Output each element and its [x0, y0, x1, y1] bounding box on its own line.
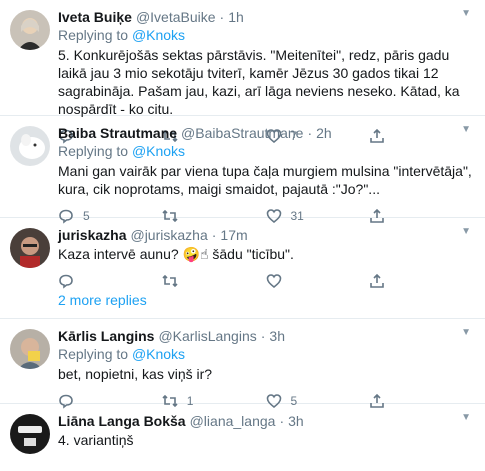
reply-mention[interactable]: @Knoks — [132, 143, 185, 159]
share-button[interactable] — [369, 273, 473, 289]
tweet[interactable]: Iveta Buiķe @IvetaBuike · 1h ▼ Replying … — [0, 0, 485, 144]
timestamp[interactable]: 3h — [288, 412, 304, 430]
reply-prefix: Replying to — [58, 27, 129, 43]
avatar[interactable] — [10, 414, 50, 454]
author-name[interactable]: Liāna Langa Bokša — [58, 412, 186, 430]
separator-dot: · — [219, 9, 225, 25]
tweet-text: 4. variantiņš — [58, 432, 134, 448]
avatar[interactable] — [10, 329, 50, 369]
replying-to: Replying to @Knoks — [58, 345, 473, 364]
replying-to: Replying to @Knoks — [58, 26, 473, 45]
reply-prefix: Replying to — [58, 143, 129, 159]
author-handle[interactable]: @IvetaBuike — [136, 8, 216, 26]
tweet-header: Liāna Langa Bokša @liana_langa · 3h — [58, 412, 473, 430]
tweet-header: Iveta Buiķe @IvetaBuike · 1h — [58, 8, 473, 26]
reply-prefix: Replying to — [58, 346, 129, 362]
timestamp[interactable]: 3h — [269, 327, 285, 345]
tweet-text: Kaza intervē aunu? 🤪☝ šādu "ticību". — [58, 246, 294, 262]
tweet-header: juriskazha @juriskazha · 17m — [58, 226, 473, 244]
author-name[interactable]: Iveta Buiķe — [58, 8, 132, 26]
avatar[interactable] — [10, 126, 50, 166]
timestamp[interactable]: 2h — [316, 124, 332, 142]
separator-dot: · — [260, 328, 266, 344]
tweet-text: Mani gan vairāk par viena tupa čaļa murg… — [58, 163, 472, 197]
avatar[interactable] — [10, 10, 50, 50]
timestamp[interactable]: 1h — [228, 8, 244, 26]
author-name[interactable]: juriskazha — [58, 226, 126, 244]
author-handle[interactable]: @liana_langa — [190, 412, 276, 430]
tweet-text: 5. Konkurējošās sektas pārstāvis. "Meite… — [58, 47, 460, 117]
separator-dot: · — [279, 413, 285, 429]
replying-to: Replying to @Knoks — [58, 142, 473, 161]
author-handle[interactable]: @KarlisLangins — [158, 327, 256, 345]
reply-button[interactable] — [58, 273, 162, 289]
tweet[interactable]: Kārlis Langins @KarlisLangins · 3h ▼ Rep… — [0, 319, 485, 409]
author-handle[interactable]: @juriskazha — [130, 226, 207, 244]
tweet-actions — [58, 267, 473, 295]
reply-mention[interactable]: @Knoks — [132, 27, 185, 43]
separator-dot: · — [211, 227, 217, 243]
caret-down-icon[interactable]: ▼ — [461, 226, 471, 237]
tweet[interactable]: Liāna Langa Bokša @liana_langa · 3h ▼ 4.… — [0, 404, 485, 464]
reply-icon — [59, 274, 73, 289]
author-handle[interactable]: @BaibaStrautmane — [181, 124, 303, 142]
like-button[interactable] — [266, 273, 370, 289]
author-name[interactable]: Baiba Strautmane — [58, 124, 177, 142]
tweet-text: bet, nopietni, kas viņš ir? — [58, 366, 213, 382]
tweet-header: Kārlis Langins @KarlisLangins · 3h — [58, 327, 473, 345]
timestamp[interactable]: 17m — [220, 226, 247, 244]
author-name[interactable]: Kārlis Langins — [58, 327, 154, 345]
caret-down-icon[interactable]: ▼ — [461, 8, 471, 19]
avatar[interactable] — [10, 228, 50, 268]
tweet[interactable]: juriskazha @juriskazha · 17m ▼ Kaza inte… — [0, 218, 485, 289]
retweet-icon — [162, 274, 178, 288]
retweet-button[interactable] — [162, 273, 266, 289]
caret-down-icon[interactable]: ▼ — [461, 412, 471, 423]
tweet[interactable]: Baiba Strautmane @BaibaStrautmane · 2h ▼… — [0, 116, 485, 224]
caret-down-icon[interactable]: ▼ — [461, 327, 471, 338]
separator-dot: · — [307, 125, 313, 141]
reply-mention[interactable]: @Knoks — [132, 346, 185, 362]
caret-down-icon[interactable]: ▼ — [461, 124, 471, 135]
like-icon — [266, 274, 281, 289]
share-icon — [370, 273, 385, 288]
tweet-header: Baiba Strautmane @BaibaStrautmane · 2h — [58, 124, 473, 142]
